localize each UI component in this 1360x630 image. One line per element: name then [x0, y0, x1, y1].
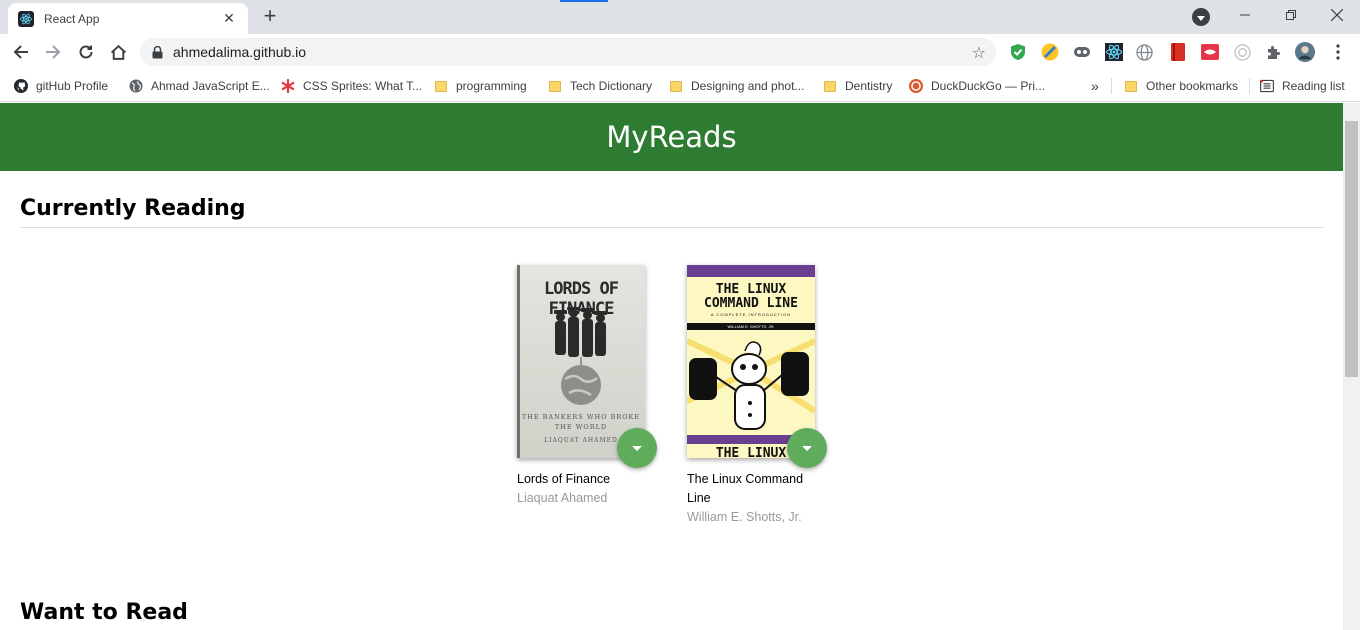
cover-subtitle: A COMPLETE INTRODUCTION — [710, 312, 792, 317]
shelf-changer-button[interactable] — [617, 428, 657, 468]
scrollbar-thumb[interactable] — [1345, 121, 1358, 377]
cover-top-band — [687, 265, 815, 277]
bookmarks-divider — [1111, 78, 1112, 94]
github-icon — [14, 79, 28, 93]
bookmark-label: Other bookmarks — [1146, 79, 1239, 93]
bookmark-folder-programming[interactable]: programming — [434, 76, 527, 96]
react-icon — [18, 10, 34, 27]
lips-extension-icon[interactable] — [1200, 42, 1220, 62]
app-header: MyReads — [0, 103, 1343, 171]
tab-search-icon[interactable] — [1192, 8, 1210, 26]
folder-icon — [669, 79, 683, 93]
book-author: William E. Shotts, Jr. — [687, 510, 802, 524]
bookmark-label: CSS Sprites: What T... — [303, 79, 423, 93]
folder-icon — [548, 79, 562, 93]
minimize-button[interactable] — [1222, 0, 1268, 30]
robot-illustration — [687, 338, 815, 430]
globe-extension-icon[interactable] — [1134, 42, 1154, 62]
tab-close-icon[interactable]: ✕ — [220, 10, 238, 27]
browser-tab[interactable]: React App ✕ — [8, 3, 248, 34]
close-window-button[interactable] — [1314, 0, 1360, 30]
robot-extension-icon[interactable] — [1072, 42, 1092, 62]
restore-button[interactable] — [1268, 0, 1314, 30]
bookmark-label: DuckDuckGo — Pri... — [931, 79, 1046, 93]
forward-icon[interactable] — [40, 39, 66, 65]
cover-author: WILLIAM E. SHOTTS, JR. — [687, 323, 815, 330]
address-bar[interactable]: ahmedalima.github.io ☆ — [140, 38, 996, 66]
book-extension-icon[interactable] — [1168, 42, 1188, 62]
browser-toolbar: ahmedalima.github.io ☆ — [0, 34, 1360, 70]
reading-list-icon — [1260, 79, 1274, 93]
menu-kebab-icon[interactable] — [1328, 42, 1348, 62]
reading-list-button[interactable]: Reading list — [1260, 76, 1345, 96]
book-cover[interactable]: THE LINUX COMMAND LINE A COMPLETE INTROD… — [687, 265, 815, 458]
bookmark-folder-dentistry[interactable]: Dentistry — [823, 76, 892, 96]
new-tab-button[interactable]: + — [258, 5, 282, 29]
globe-icon — [129, 79, 143, 93]
tab-strip: React App ✕ + — [0, 0, 1360, 34]
bookmarks-bar: gitHub Profile Ahmad JavaScript E... CSS… — [0, 70, 1360, 102]
asterisk-icon — [281, 79, 295, 93]
folder-icon — [1124, 79, 1138, 93]
bookmark-folder-tech-dictionary[interactable]: Tech Dictionary — [548, 76, 652, 96]
bookmark-label: Designing and phot... — [691, 79, 805, 93]
reload-icon[interactable] — [73, 39, 99, 65]
back-icon[interactable] — [8, 39, 34, 65]
bookmark-star-icon[interactable]: ☆ — [972, 43, 986, 63]
react-devtools-icon[interactable] — [1104, 42, 1124, 62]
cover-heading: THE LINUX COMMAND LINE — [704, 282, 798, 311]
book-author: Liaquat Ahamed — [517, 491, 608, 505]
shelf-changer-button[interactable] — [787, 428, 827, 468]
book-title: Lords of Finance — [517, 472, 611, 486]
shelf-title-currently-reading: Currently Reading — [20, 196, 246, 221]
duckduckgo-icon — [909, 79, 923, 93]
lock-icon[interactable] — [152, 45, 163, 59]
bookmark-label: Ahmad JavaScript E... — [151, 79, 270, 93]
pencil-extension-icon[interactable] — [1040, 42, 1060, 62]
bookmark-other-bookmarks[interactable]: Other bookmarks — [1124, 76, 1238, 96]
loading-indicator — [560, 0, 608, 2]
bookmarks-overflow-button[interactable]: » — [1091, 76, 1099, 96]
shelf-divider — [20, 227, 1323, 228]
puzzle-extensions-icon[interactable] — [1264, 42, 1284, 62]
bookmark-label: gitHub Profile — [36, 79, 109, 93]
shelf-title-want-to-read: Want to Read — [20, 600, 188, 625]
bookmark-label: programming — [456, 79, 527, 93]
app-title: MyReads — [606, 120, 737, 154]
bookmark-duckduckgo[interactable]: DuckDuckGo — Pri... — [909, 76, 1045, 96]
tab-title: React App — [44, 11, 100, 26]
book-cover[interactable]: LORDS OF FINANCE THE BANKERS WHO BROKE T… — [517, 265, 645, 458]
folder-icon — [434, 79, 448, 93]
target-extension-icon[interactable] — [1232, 42, 1252, 62]
shield-extension-icon[interactable] — [1008, 42, 1028, 62]
bookmark-label: Tech Dictionary — [570, 79, 653, 93]
bookmark-label: Dentistry — [845, 79, 893, 93]
bookmark-github-profile[interactable]: gitHub Profile — [14, 76, 108, 96]
cover-subtitle: THE BANKERS WHO BROKE THE WORLD — [521, 413, 641, 431]
book-title: The Linux Command Line — [687, 472, 804, 505]
reading-list-label: Reading list — [1282, 79, 1345, 93]
bookmarks-divider — [1249, 78, 1250, 94]
bookmark-css-sprites[interactable]: CSS Sprites: What T... — [281, 76, 422, 96]
page-scrollbar[interactable] — [1343, 103, 1360, 630]
page-viewport: MyReads Currently Reading LORDS OF FINAN… — [0, 103, 1343, 630]
bankers-globe-illustration — [554, 307, 607, 405]
bookmark-ahmad-javascript[interactable]: Ahmad JavaScript E... — [129, 76, 270, 96]
avatar[interactable] — [1295, 42, 1315, 62]
folder-icon — [823, 79, 837, 93]
home-icon[interactable] — [105, 39, 131, 65]
bookmark-folder-designing[interactable]: Designing and phot... — [669, 76, 804, 96]
url-text: ahmedalima.github.io — [173, 44, 307, 60]
